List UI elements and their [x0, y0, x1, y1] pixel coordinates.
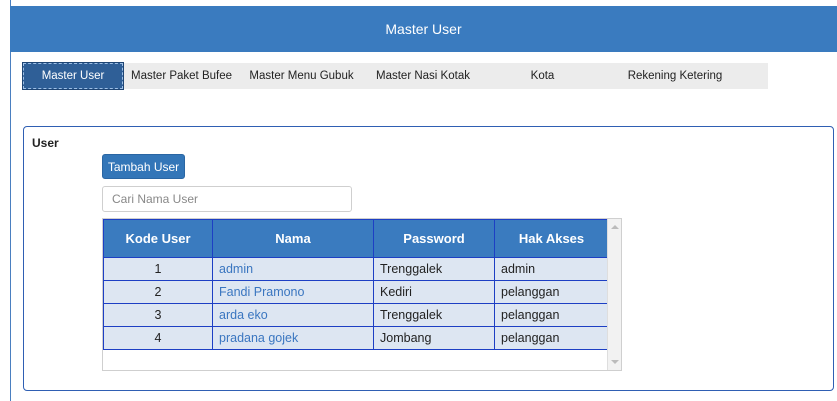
table-row[interactable]: 2 Fandi Pramono Kediri pelanggan [103, 280, 609, 304]
tab-bar: Master User Master Paket Bufee Master Me… [22, 62, 768, 90]
tab-kota[interactable]: Kota [483, 63, 602, 89]
add-user-button[interactable]: Tambah User [102, 154, 185, 179]
user-table-container: Kode User Nama Password Hak Akses 1 admi… [102, 218, 622, 371]
table-row[interactable]: 1 admin Trenggalek admin [103, 257, 609, 281]
cell-password: Trenggalek [373, 303, 495, 327]
tab-master-user[interactable]: Master User [22, 62, 124, 90]
tab-master-nasi-kotak[interactable]: Master Nasi Kotak [363, 63, 483, 89]
cell-nama-link[interactable]: admin [212, 257, 374, 281]
column-header-hak-akses[interactable]: Hak Akses [494, 219, 609, 258]
page-title: Master User [385, 21, 462, 37]
cell-hak-akses: pelanggan [494, 303, 609, 327]
column-header-password[interactable]: Password [373, 219, 495, 258]
search-input[interactable] [102, 186, 352, 212]
tab-master-paket-bufee[interactable]: Master Paket Bufee [123, 63, 240, 89]
scroll-up-arrow-icon[interactable] [611, 225, 619, 229]
table-row[interactable]: 3 arda eko Trenggalek pelanggan [103, 303, 609, 327]
scroll-down-arrow-icon[interactable] [611, 360, 619, 364]
cell-hak-akses: pelanggan [494, 326, 609, 350]
left-rule [10, 0, 11, 401]
user-table: Kode User Nama Password Hak Akses 1 admi… [103, 219, 609, 350]
cell-nama-link[interactable]: arda eko [212, 303, 374, 327]
cell-password: Trenggalek [373, 257, 495, 281]
table-row[interactable]: 4 pradana gojek Jombang pelanggan [103, 326, 609, 350]
cell-nama-link[interactable]: pradana gojek [212, 326, 374, 350]
tab-rekening-ketering[interactable]: Rekening Ketering [602, 63, 748, 89]
column-header-kode-user[interactable]: Kode User [103, 219, 213, 258]
cell-kode: 2 [103, 280, 213, 304]
cell-kode: 1 [103, 257, 213, 281]
column-header-nama[interactable]: Nama [212, 219, 374, 258]
cell-hak-akses: pelanggan [494, 280, 609, 304]
cell-kode: 3 [103, 303, 213, 327]
page-header: Master User [10, 6, 837, 52]
table-header-row: Kode User Nama Password Hak Akses [103, 219, 609, 258]
cell-password: Jombang [373, 326, 495, 350]
table-scrollbar[interactable] [607, 219, 621, 370]
cell-nama-link[interactable]: Fandi Pramono [212, 280, 374, 304]
user-panel: User Tambah User Kode User Nama Password… [23, 126, 834, 391]
cell-hak-akses: admin [494, 257, 609, 281]
tab-master-menu-gubuk[interactable]: Master Menu Gubuk [240, 63, 363, 89]
cell-kode: 4 [103, 326, 213, 350]
cell-password: Kediri [373, 280, 495, 304]
panel-title: User [32, 136, 59, 150]
